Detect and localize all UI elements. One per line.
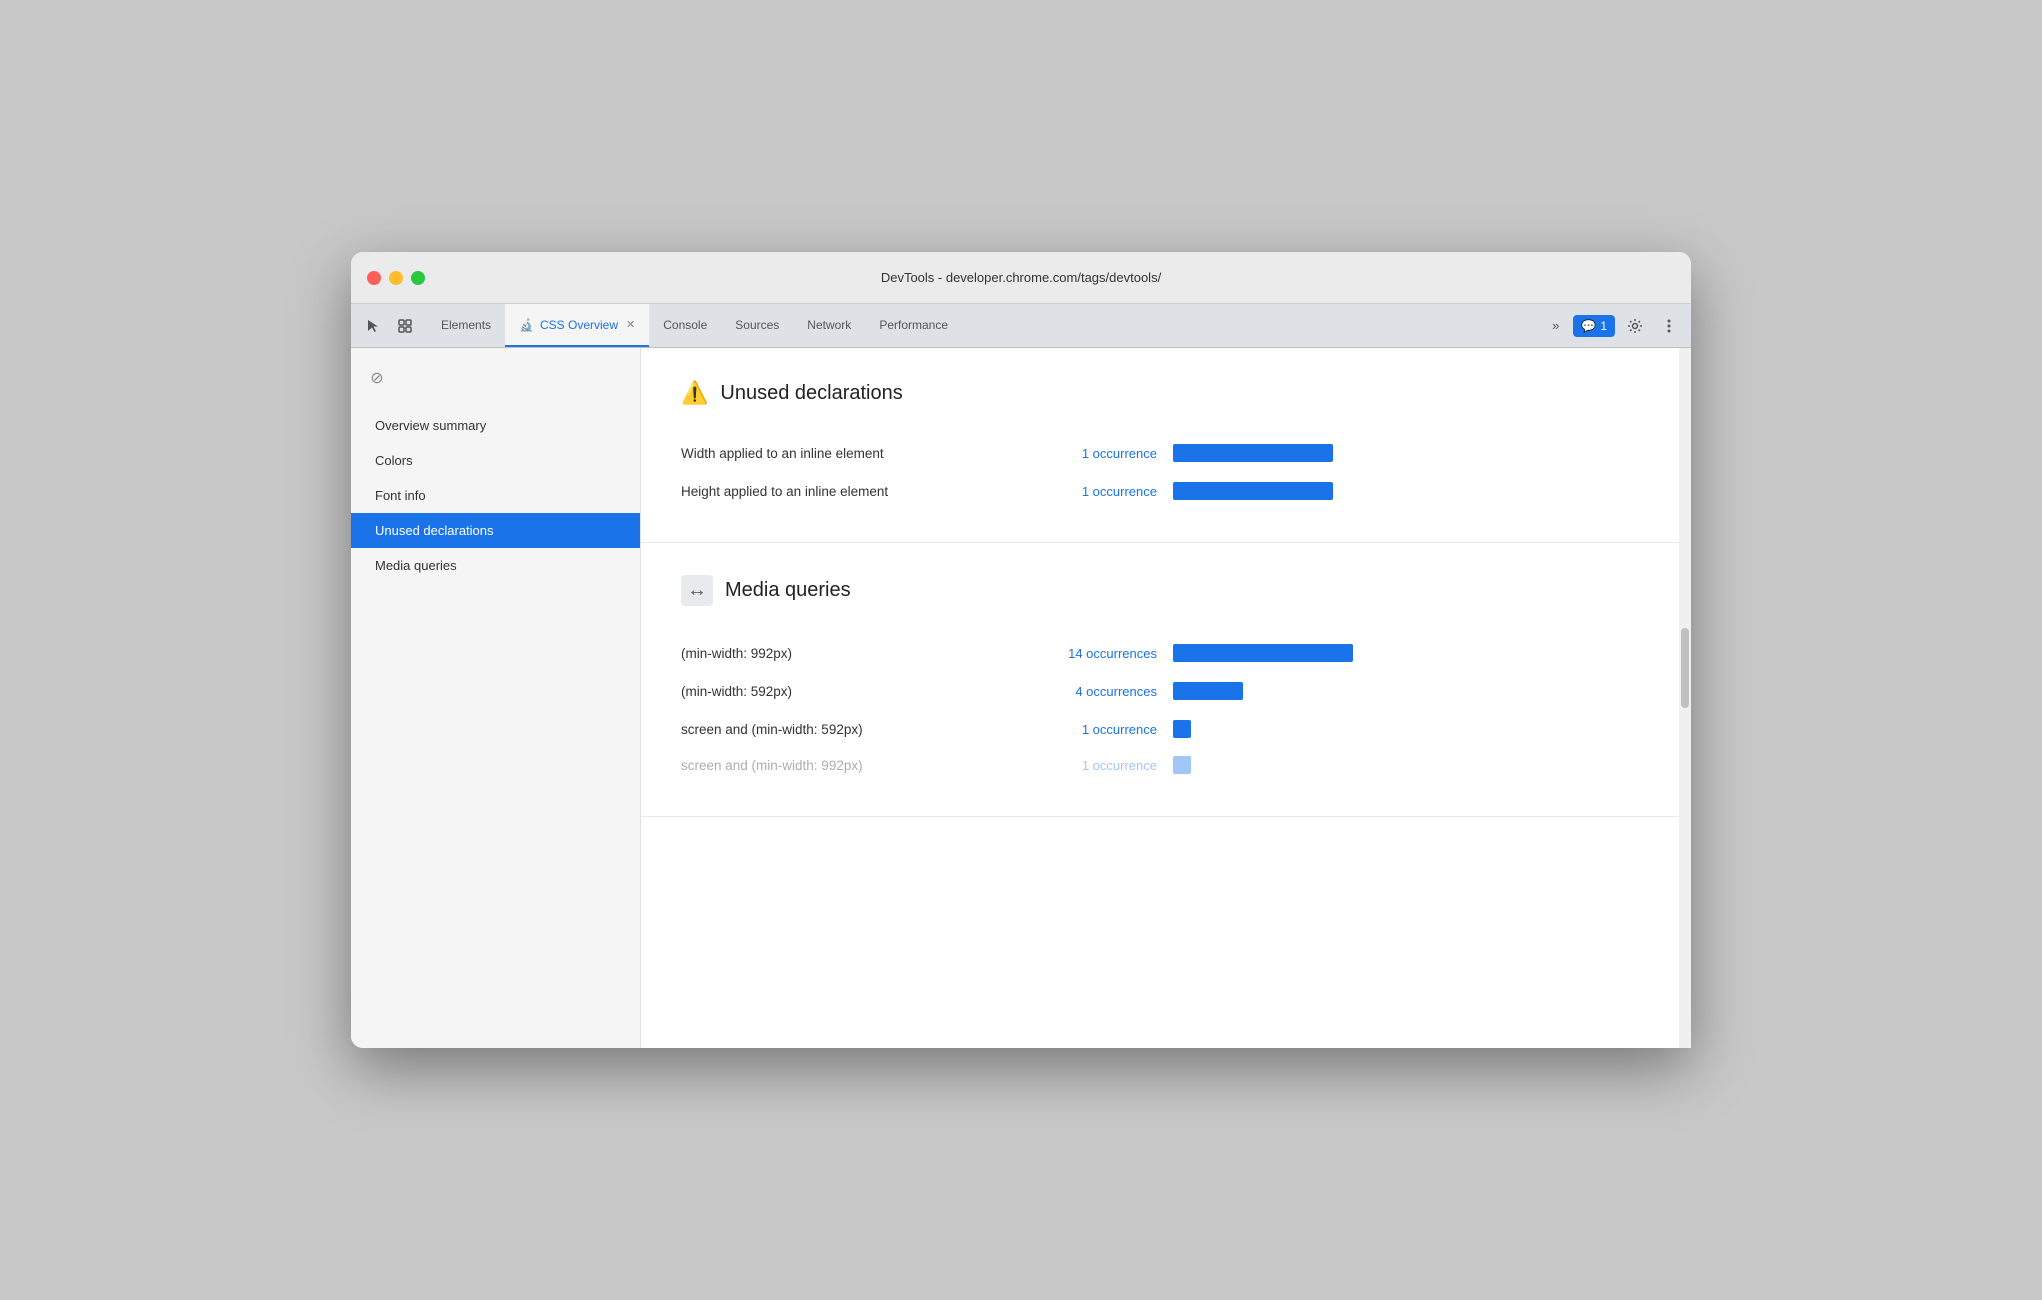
sidebar: ⊘ Overview summary Colors Font info Unus…: [351, 348, 641, 1048]
content-panel: ⚠️ Unused declarations Width applied to …: [641, 348, 1691, 1048]
media-queries-header: ↔ Media queries: [681, 575, 1651, 606]
occurrence-bar: [1173, 482, 1333, 500]
title-bar: DevTools - developer.chrome.com/tags/dev…: [351, 252, 1691, 304]
table-row: screen and (min-width: 992px) 1 occurren…: [681, 748, 1651, 784]
occurrence-bar: [1173, 644, 1353, 662]
scrollbar-track: [1679, 348, 1691, 1048]
sidebar-item-colors[interactable]: Colors: [351, 443, 640, 478]
item-label: Width applied to an inline element: [681, 446, 1001, 461]
table-row: Width applied to an inline element 1 occ…: [681, 434, 1651, 472]
occurrence-bar: [1173, 444, 1333, 462]
media-queries-icon: ↔: [681, 575, 713, 606]
chat-button[interactable]: 💬 1: [1573, 315, 1615, 337]
traffic-lights: [367, 271, 425, 285]
window-title: DevTools - developer.chrome.com/tags/dev…: [881, 270, 1161, 285]
tab-css-overview[interactable]: 🔬 CSS Overview ✕: [505, 304, 649, 347]
close-button[interactable]: [367, 271, 381, 285]
bar-container: [1173, 720, 1651, 738]
unused-declarations-title: Unused declarations: [720, 382, 902, 405]
media-queries-title: Media queries: [725, 579, 851, 602]
tabs-container: Elements 🔬 CSS Overview ✕ Console Source…: [427, 304, 1544, 347]
settings-icon[interactable]: [1621, 312, 1649, 340]
sidebar-nav: Overview summary Colors Font info Unused…: [351, 408, 640, 583]
item-label: Height applied to an inline element: [681, 484, 1001, 499]
scrollbar-thumb[interactable]: [1681, 628, 1689, 708]
occurrence-link[interactable]: 1 occurrence: [1017, 446, 1157, 461]
item-label: screen and (min-width: 992px): [681, 758, 1001, 773]
occurrence-bar: [1173, 720, 1191, 738]
no-entry-icon[interactable]: ⊘: [363, 364, 391, 392]
sidebar-item-media-queries[interactable]: Media queries: [351, 548, 640, 583]
unused-declarations-header: ⚠️ Unused declarations: [681, 380, 1651, 406]
tab-performance[interactable]: Performance: [865, 304, 962, 347]
bar-container: [1173, 682, 1651, 700]
tab-bar-left-controls: [359, 304, 419, 347]
warning-icon: ⚠️: [681, 380, 708, 406]
css-overview-icon: 🔬: [519, 318, 534, 332]
sidebar-item-font-info[interactable]: Font info: [351, 478, 640, 513]
bar-container: [1173, 444, 1651, 462]
occurrence-link[interactable]: 1 occurrence: [1017, 758, 1157, 773]
tab-elements[interactable]: Elements: [427, 304, 505, 347]
media-queries-section: ↔ Media queries (min-width: 992px) 14 oc…: [641, 543, 1691, 817]
inspect-icon[interactable]: [391, 312, 419, 340]
table-row: Height applied to an inline element 1 oc…: [681, 472, 1651, 510]
chat-icon: 💬: [1581, 319, 1596, 333]
minimize-button[interactable]: [389, 271, 403, 285]
sidebar-top: ⊘: [351, 356, 640, 400]
bar-container: [1173, 644, 1651, 662]
occurrence-bar: [1173, 756, 1191, 774]
unused-declarations-section: ⚠️ Unused declarations Width applied to …: [641, 348, 1691, 543]
occurrence-link[interactable]: 14 occurrences: [1017, 646, 1157, 661]
sidebar-item-unused-declarations[interactable]: Unused declarations: [351, 513, 640, 548]
maximize-button[interactable]: [411, 271, 425, 285]
occurrence-link[interactable]: 1 occurrence: [1017, 722, 1157, 737]
occurrence-link[interactable]: 1 occurrence: [1017, 484, 1157, 499]
cursor-icon[interactable]: [359, 312, 387, 340]
occurrence-bar: [1173, 682, 1243, 700]
sidebar-item-overview-summary[interactable]: Overview summary: [351, 408, 640, 443]
tab-network[interactable]: Network: [793, 304, 865, 347]
devtools-window: DevTools - developer.chrome.com/tags/dev…: [351, 252, 1691, 1048]
occurrence-link[interactable]: 4 occurrences: [1017, 684, 1157, 699]
tab-bar-right-controls: » 💬 1: [1544, 304, 1683, 347]
bar-container: [1173, 482, 1651, 500]
tab-console[interactable]: Console: [649, 304, 721, 347]
tab-bar: Elements 🔬 CSS Overview ✕ Console Source…: [351, 304, 1691, 348]
item-label: (min-width: 992px): [681, 646, 1001, 661]
tab-sources[interactable]: Sources: [721, 304, 793, 347]
item-label: screen and (min-width: 592px): [681, 722, 1001, 737]
table-row: (min-width: 592px) 4 occurrences: [681, 672, 1651, 710]
bar-container: [1173, 756, 1651, 774]
table-row: (min-width: 992px) 14 occurrences: [681, 634, 1651, 672]
more-options-icon[interactable]: [1655, 312, 1683, 340]
more-tabs-button[interactable]: »: [1544, 318, 1567, 333]
main-content: ⊘ Overview summary Colors Font info Unus…: [351, 348, 1691, 1048]
tab-close-icon[interactable]: ✕: [626, 318, 635, 331]
item-label: (min-width: 592px): [681, 684, 1001, 699]
table-row: screen and (min-width: 592px) 1 occurren…: [681, 710, 1651, 748]
